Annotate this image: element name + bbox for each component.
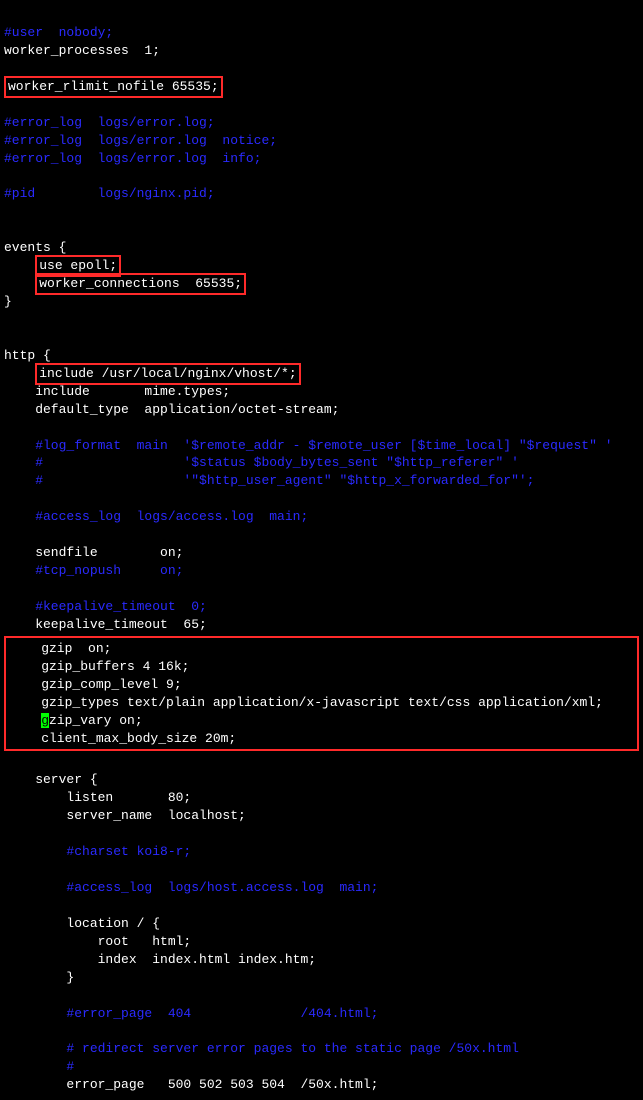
- config-line: worker_processes 1;: [4, 43, 160, 58]
- config-line: client_max_body_size 20m;: [10, 731, 236, 746]
- comment-line: # '$status $body_bytes_sent "$http_refer…: [4, 455, 519, 470]
- indent: [4, 366, 35, 381]
- indent: [4, 276, 35, 291]
- config-line: server {: [4, 772, 98, 787]
- comment-line: #keepalive_timeout 0;: [4, 599, 207, 614]
- text-cursor: g: [41, 713, 49, 728]
- config-line: gzip_types text/plain application/x-java…: [10, 695, 603, 710]
- comment-line: #error_log logs/error.log notice;: [4, 133, 277, 148]
- indent: [10, 713, 41, 728]
- config-line: zip_vary on;: [49, 713, 143, 728]
- config-line: gzip_buffers 4 16k;: [10, 659, 189, 674]
- highlighted-config-line: worker_connections 65535;: [39, 276, 242, 291]
- config-line: listen 80;: [4, 790, 191, 805]
- indent: [4, 258, 35, 273]
- comment-line: #error_log logs/error.log info;: [4, 151, 261, 166]
- config-line: }: [4, 294, 12, 309]
- config-file-editor: #user nobody; worker_processes 1; worker…: [0, 0, 643, 1100]
- config-line: include mime.types;: [4, 384, 230, 399]
- comment-line: #error_log logs/error.log;: [4, 115, 215, 130]
- highlighted-config-line: include /usr/local/nginx/vhost/*;: [39, 366, 296, 381]
- config-line: gzip on;: [10, 641, 111, 656]
- config-line: error_page 500 502 503 504 /50x.html;: [4, 1077, 378, 1092]
- comment-line: #charset koi8-r;: [4, 844, 191, 859]
- config-line: server_name localhost;: [4, 808, 246, 823]
- comment-line: #log_format main '$remote_addr - $remote…: [4, 438, 613, 453]
- comment-line: #user nobody;: [4, 25, 113, 40]
- config-line: keepalive_timeout 65;: [4, 617, 207, 632]
- comment-line: #access_log logs/access.log main;: [4, 509, 308, 524]
- highlighted-config-line: worker_rlimit_nofile 65535;: [8, 79, 219, 94]
- config-line: location / {: [4, 916, 160, 931]
- config-line: default_type application/octet-stream;: [4, 402, 339, 417]
- config-line: }: [4, 970, 74, 985]
- comment-line: #access_log logs/host.access.log main;: [4, 880, 378, 895]
- config-line: events {: [4, 240, 66, 255]
- comment-line: #error_page 404 /404.html;: [4, 1006, 378, 1021]
- comment-line: #pid logs/nginx.pid;: [4, 186, 215, 201]
- config-line: http {: [4, 348, 51, 363]
- config-line: sendfile on;: [4, 545, 183, 560]
- config-line: gzip_comp_level 9;: [10, 677, 182, 692]
- comment-line: # redirect server error pages to the sta…: [4, 1041, 519, 1056]
- config-line: index index.html index.htm;: [4, 952, 316, 967]
- comment-line: #: [4, 1059, 74, 1074]
- highlighted-gzip-block: gzip on; gzip_buffers 4 16k; gzip_comp_l…: [4, 636, 639, 752]
- config-line: root html;: [4, 934, 191, 949]
- comment-line: # '"$http_user_agent" "$http_x_forwarded…: [4, 473, 535, 488]
- highlighted-config-line: use epoll;: [39, 258, 117, 273]
- comment-line: #tcp_nopush on;: [4, 563, 183, 578]
